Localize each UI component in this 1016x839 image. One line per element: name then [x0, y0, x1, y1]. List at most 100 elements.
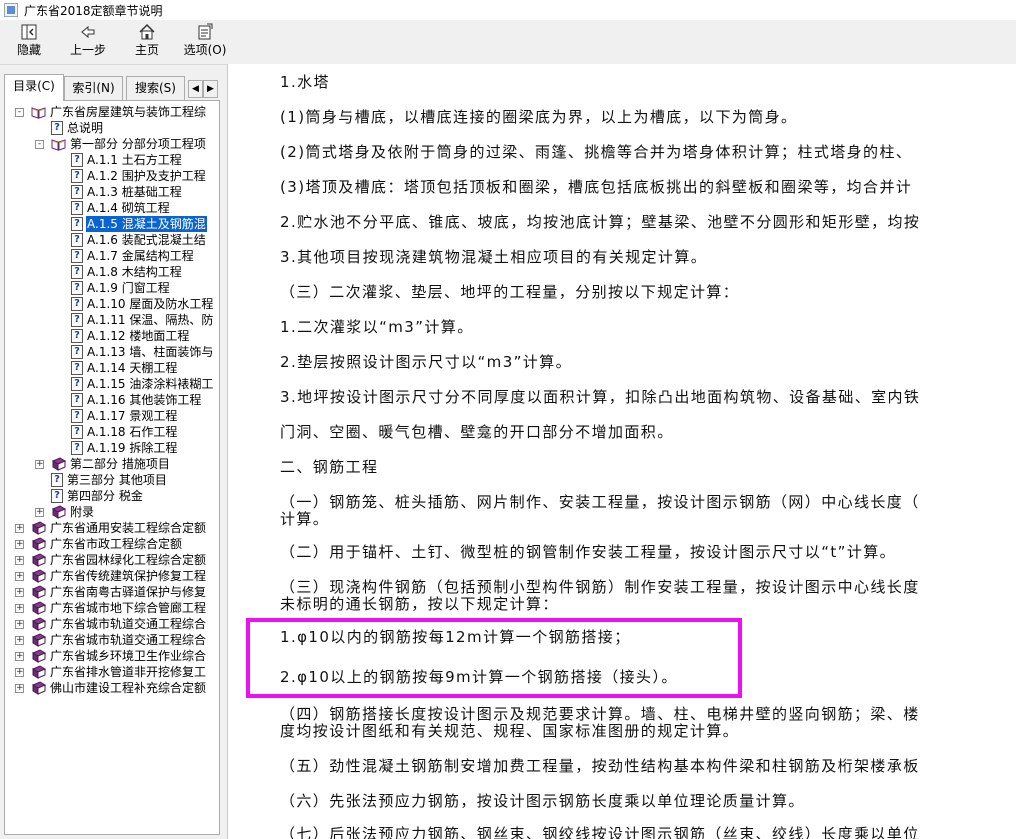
tree-item-label: 第四部分 税金: [67, 489, 143, 503]
tree-item-label: 广东省排水管道非开挖修复工: [50, 665, 207, 679]
content-paragraph: 2.垫层按照设计图示尺寸以“m3”计算。: [280, 353, 573, 371]
open-book-icon: [31, 105, 46, 119]
tree-item-label: A.1.9 门窗工程: [87, 281, 170, 295]
book-icon: [31, 601, 46, 615]
tree-item[interactable]: ? A.1.11 保温、隔热、防: [5, 312, 219, 328]
arrow-right-icon: ▶: [207, 84, 214, 94]
tree-item[interactable]: ? A.1.16 其他装饰工程: [5, 392, 219, 408]
tree-item[interactable]: ? A.1.3 桩基础工程: [5, 184, 219, 200]
tree-item-label: A.1.13 墙、柱面装饰与: [87, 345, 214, 359]
tree-item[interactable]: ? A.1.19 拆除工程: [5, 440, 219, 456]
tab-scroll-left-button[interactable]: ◀: [188, 80, 203, 98]
tree-item[interactable]: ? A.1.13 墙、柱面装饰与: [5, 344, 219, 360]
tree-item-label: 广东省传统建筑保护修复工程: [50, 569, 207, 583]
tab-index[interactable]: 索引(N): [64, 76, 123, 100]
navigation-pane: 目录(C) 索引(N) 搜索(S) ◀ ▶ - 广东省房屋建筑与装饰工程综? 总说明…: [0, 68, 223, 839]
tree-item[interactable]: ? A.1.7 金属结构工程: [5, 248, 219, 264]
tree-item[interactable]: + 广东省城乡环境卫生作业综合: [5, 648, 219, 664]
tree-item-label: 第三部分 其他项目: [67, 473, 167, 487]
tree-item[interactable]: + 广东省通用安装工程综合定额: [5, 520, 219, 536]
home-button[interactable]: 主页: [119, 22, 175, 62]
book-icon: [31, 569, 46, 583]
tree-item[interactable]: ? 总说明: [5, 120, 219, 136]
help-page-icon: ?: [71, 217, 83, 231]
content-paragraph: （二）用于锚杆、土钉、微型桩的钢管制作安装工程量，按设计图示尺寸以“t”计算。: [280, 543, 897, 561]
tree-item[interactable]: + 广东省排水管道非开挖修复工: [5, 664, 219, 680]
nav-tabs: 目录(C) 索引(N) 搜索(S) ◀ ▶: [4, 74, 220, 101]
tree-item[interactable]: ? A.1.4 砌筑工程: [5, 200, 219, 216]
tree-item[interactable]: + 佛山市建设工程补充综合定额: [5, 680, 219, 696]
tree-item[interactable]: + 广东省城市轨道交通工程综合: [5, 616, 219, 632]
tree-item[interactable]: ? A.1.10 屋面及防水工程: [5, 296, 219, 312]
help-page-icon: ?: [71, 201, 83, 215]
expand-icon[interactable]: +: [15, 620, 24, 629]
content-pane[interactable]: 1.水塔 (1)筒身与槽底，以槽底连接的圈梁底为界，以上为槽底，以下为筒身。 (2)…: [227, 64, 1016, 839]
expand-icon[interactable]: +: [15, 668, 24, 677]
tree-item[interactable]: ? A.1.6 装配式混凝土结: [5, 232, 219, 248]
content-paragraph: 3.其他项目按现浇建筑物混凝土相应项目的有关规定计算。: [280, 248, 708, 266]
hide-pane-icon: [1, 22, 57, 42]
tree-item-label: A.1.10 屋面及防水工程: [87, 297, 214, 311]
content-paragraph: 1.水塔: [280, 73, 330, 91]
collapse-icon[interactable]: -: [35, 140, 44, 149]
book-icon: [31, 617, 46, 631]
tree-item[interactable]: + 附录: [5, 504, 219, 520]
tree-item-label: 广东省园林绿化工程综合定额: [50, 553, 207, 567]
back-button[interactable]: 上一步: [60, 22, 116, 62]
tree-item[interactable]: + 广东省城市轨道交通工程综合: [5, 632, 219, 648]
tree-item[interactable]: + 广东省市政工程综合定额: [5, 536, 219, 552]
hide-button[interactable]: 隐藏: [1, 22, 57, 62]
tree-item[interactable]: + 第二部分 措施项目: [5, 456, 219, 472]
tree-item[interactable]: - 第一部分 分部分项工程项: [5, 136, 219, 152]
tree-item[interactable]: ? A.1.17 景观工程: [5, 408, 219, 424]
tree-item[interactable]: ? A.1.12 楼地面工程: [5, 328, 219, 344]
tab-search[interactable]: 搜索(S): [126, 76, 185, 100]
expand-icon[interactable]: +: [35, 460, 44, 469]
tree-item[interactable]: ? A.1.14 天棚工程: [5, 360, 219, 376]
tab-contents[interactable]: 目录(C): [4, 74, 64, 101]
tab-scroll-right-button[interactable]: ▶: [203, 80, 218, 98]
expand-icon[interactable]: +: [15, 572, 24, 581]
expand-icon[interactable]: +: [15, 556, 24, 565]
options-button[interactable]: 选项(O): [177, 22, 233, 62]
contents-tree[interactable]: - 广东省房屋建筑与装饰工程综? 总说明 - 第一部分 分部分项工程项? A.1.1 土石…: [4, 100, 220, 835]
tree-item[interactable]: + 广东省南粤古驿道保护与修复: [5, 584, 219, 600]
tree-item[interactable]: ? A.1.9 门窗工程: [5, 280, 219, 296]
tree-item[interactable]: ? A.1.15 油漆涂料裱糊工: [5, 376, 219, 392]
tree-item-label: 广东省城市轨道交通工程综合: [50, 633, 207, 647]
tree-item[interactable]: - 广东省房屋建筑与装饰工程综: [5, 104, 219, 120]
collapse-icon[interactable]: -: [15, 108, 24, 117]
expand-icon[interactable]: +: [15, 588, 24, 597]
content-paragraph: （六）先张法预应力钢筋，按设计图示钢筋长度乘以单位理论质量计算。: [280, 792, 805, 810]
tree-item[interactable]: ? 第四部分 税金: [5, 488, 219, 504]
content-paragraph: 3.地坪按设计图示尺寸分不同厚度以面积计算，扣除凸出地面构筑物、设备基础、室内铁: [280, 388, 921, 406]
tree-item[interactable]: ? A.1.5 混凝土及钢筋混: [5, 216, 219, 232]
content-paragraph: （七）后张法预应力钢筋、钢丝束、钢绞线按设计图示钢筋（丝束、绞线）长度乘以单位: [280, 825, 920, 839]
tree-item-label: A.1.2 围护及支护工程: [87, 169, 206, 183]
expand-icon[interactable]: +: [15, 524, 24, 533]
tree-item[interactable]: ? 第三部分 其他项目: [5, 472, 219, 488]
expand-icon[interactable]: +: [15, 636, 24, 645]
expand-icon[interactable]: +: [15, 604, 24, 613]
tree-item[interactable]: + 广东省传统建筑保护修复工程: [5, 568, 219, 584]
tree-item[interactable]: ? A.1.1 土石方工程: [5, 152, 219, 168]
expand-icon[interactable]: +: [15, 652, 24, 661]
book-icon: [31, 521, 46, 535]
tree-item-label: 附录: [70, 505, 95, 519]
tree-item[interactable]: ? A.1.8 木结构工程: [5, 264, 219, 280]
expand-icon[interactable]: +: [15, 540, 24, 549]
book-icon: [31, 665, 46, 679]
tree-item-label: 广东省通用安装工程综合定额: [50, 521, 207, 535]
content-paragraph: （三）二次灌浆、垫层、地坪的工程量，分别按以下规定计算：: [280, 283, 740, 301]
home-button-label: 主页: [134, 43, 159, 57]
tree-item[interactable]: + 广东省园林绿化工程综合定额: [5, 552, 219, 568]
expand-icon[interactable]: +: [15, 684, 24, 693]
tree-item-label: A.1.3 桩基础工程: [87, 185, 182, 199]
expand-icon[interactable]: +: [35, 508, 44, 517]
help-page-icon: ?: [71, 249, 83, 263]
highlight-box: [246, 618, 742, 698]
tree-item[interactable]: + 广东省城市地下综合管廊工程: [5, 600, 219, 616]
help-page-icon: ?: [71, 441, 83, 455]
tree-item[interactable]: ? A.1.2 围护及支护工程: [5, 168, 219, 184]
tree-item[interactable]: ? A.1.18 石作工程: [5, 424, 219, 440]
